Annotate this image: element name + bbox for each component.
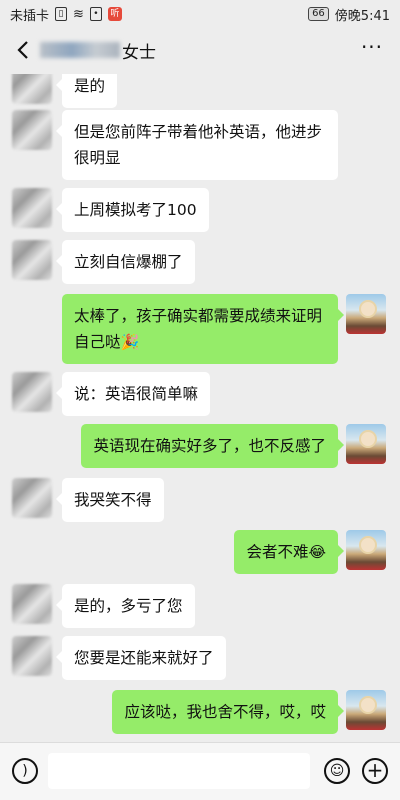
contact-avatar[interactable] (12, 584, 52, 624)
back-arrow-icon[interactable] (12, 38, 36, 62)
emoji-icon[interactable]: ☺ (324, 758, 350, 784)
laughing-tears-icon: 😂 (308, 543, 326, 561)
message-bubble[interactable]: 英语现在确实好多了，也不反感了 (81, 424, 344, 468)
message-bubble[interactable]: 上周模拟考了100 (56, 188, 209, 232)
message-text: 应该哒，我也舍不得，哎，哎 (124, 703, 326, 721)
message-text: 是的 (74, 77, 106, 95)
wifi-icon: ≋ (73, 6, 84, 22)
message-list[interactable]: 是的 但是您前阵子带着他补英语，他进步很明显 上周模拟考了100 立刻自信爆棚了… (0, 74, 400, 742)
message-bubble[interactable]: 说：英语很简单嘛 (55, 372, 211, 416)
contact-avatar[interactable] (12, 372, 52, 412)
status-left: 未插卡 ▯ ≋ • 听 (10, 5, 122, 24)
message-bubble[interactable]: 会者不难😂 (234, 530, 344, 574)
plus-icon[interactable]: + (362, 758, 388, 784)
party-popper-icon: 🎉 (120, 333, 140, 351)
sim-icon: ▯ (55, 7, 68, 21)
voice-icon[interactable]: ) (12, 758, 38, 784)
message-text: 是的，多亏了您 (74, 597, 183, 615)
chat-title: 女士 (40, 38, 156, 63)
message-text: 立刻自信爆棚了 (74, 253, 183, 271)
message-bubble[interactable]: 您要是还能来就好了 (56, 636, 226, 680)
message-text: 会者不难 (246, 543, 309, 561)
message-bubble[interactable]: 是的，多亏了您 (56, 584, 195, 628)
my-avatar[interactable] (346, 690, 386, 730)
message-input[interactable] (48, 753, 310, 789)
message-bubble[interactable]: 我哭笑不得 (56, 478, 164, 522)
input-bar: ) ☺ + (0, 742, 400, 800)
chat-title-suffix: 女士 (122, 42, 156, 63)
message-text: 上周模拟考了100 (74, 201, 197, 219)
message-text: 您要是还能来就好了 (74, 649, 214, 667)
battery-icon: 66 (308, 7, 329, 21)
contact-avatar[interactable] (12, 636, 52, 676)
message-text: 说：英语很简单嘛 (74, 385, 199, 403)
status-right: 66 傍晚5:41 (308, 5, 390, 24)
more-options-icon[interactable]: ··· (360, 37, 384, 60)
chat-header: 女士 ··· (0, 28, 400, 74)
message-bubble[interactable]: 但是您前阵子带着他补英语，他进步很明显 (56, 110, 338, 180)
message-bubble[interactable]: 太棒了，孩子确实都需要成绩来证明自己哒🎉 (62, 294, 344, 364)
message-text: 英语现在确实好多了，也不反感了 (93, 437, 326, 455)
blurred-name (40, 42, 120, 58)
contact-avatar[interactable] (12, 188, 52, 228)
message-bubble[interactable]: 应该哒，我也舍不得，哎，哎 (112, 690, 344, 734)
my-avatar[interactable] (346, 294, 386, 334)
status-time: 傍晚5:41 (334, 8, 390, 24)
carrier-label: 未插卡 (10, 8, 50, 24)
contact-avatar[interactable] (12, 110, 52, 150)
message-text: 但是您前阵子带着他补英语，他进步很明显 (74, 123, 323, 167)
message-bubble[interactable]: 立刻自信爆棚了 (56, 240, 195, 284)
notification-icon: 听 (107, 7, 122, 21)
contact-avatar[interactable] (12, 478, 52, 518)
my-avatar[interactable] (346, 530, 386, 570)
contact-avatar[interactable] (12, 74, 52, 104)
message-bubble[interactable]: 是的 (55, 74, 118, 108)
status-bar: 未插卡 ▯ ≋ • 听 66 傍晚5:41 (0, 0, 400, 28)
my-avatar[interactable] (346, 424, 386, 464)
message-text: 我哭笑不得 (74, 491, 152, 509)
contact-avatar[interactable] (12, 240, 52, 280)
message-text: 太棒了，孩子确实都需要成绩来证明自己哒 (74, 307, 323, 351)
dot-icon: • (89, 7, 102, 21)
